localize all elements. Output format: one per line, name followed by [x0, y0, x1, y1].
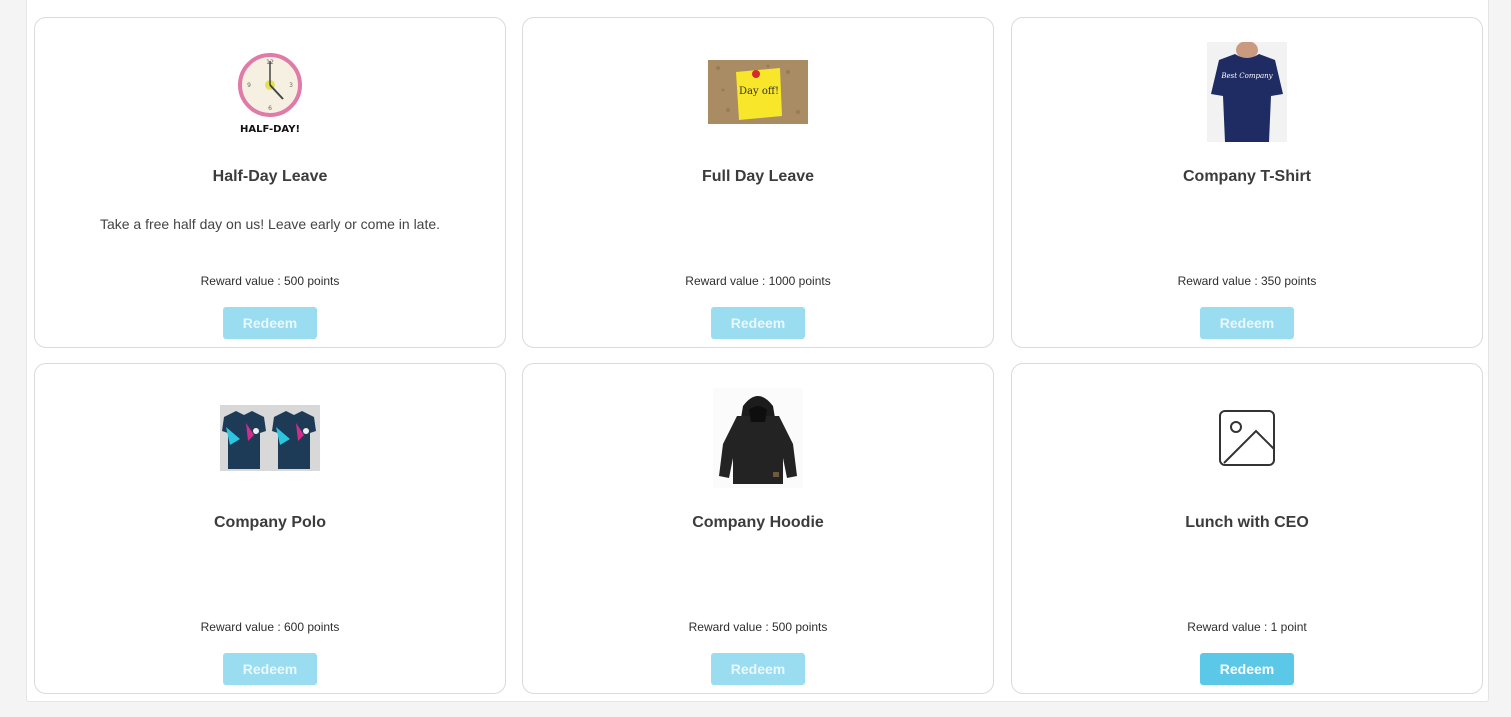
- tshirt-image: Best Company: [1197, 42, 1297, 142]
- reward-title: Lunch with CEO: [1185, 514, 1309, 531]
- reward-value: Reward value : 500 points: [688, 620, 828, 634]
- redeem-button[interactable]: Redeem: [711, 653, 805, 685]
- redeem-button[interactable]: Redeem: [223, 653, 317, 685]
- day-off-caption: Day off!: [739, 86, 779, 97]
- reward-title: Company T-Shirt: [1182, 168, 1311, 185]
- reward-card-company-polo: Company Polo Reward value : 600 points R…: [34, 363, 506, 694]
- half-day-clock-image: 123 69 HALF-DAY!: [220, 42, 320, 142]
- reward-card-full-day-leave: Day off! Full Day Leave Reward value : 1…: [522, 17, 994, 348]
- reward-card-lunch-with-ceo: Lunch with CEO Reward value : 1 point Re…: [1011, 363, 1483, 694]
- reward-value: Reward value : 500 points: [200, 274, 340, 288]
- rewards-panel: 123 69 HALF-DAY! Half-Day Leave Take a f…: [26, 0, 1489, 702]
- reward-title: Half-Day Leave: [212, 168, 328, 185]
- reward-card-company-tshirt: Best Company Company T-Shirt Reward valu…: [1011, 17, 1483, 348]
- reward-card-half-day-leave: 123 69 HALF-DAY! Half-Day Leave Take a f…: [34, 17, 506, 348]
- hoodie-image: [708, 388, 808, 488]
- reward-title: Company Polo: [213, 514, 326, 531]
- svg-text:9: 9: [247, 82, 251, 89]
- image-placeholder-icon: [1197, 388, 1297, 488]
- redeem-button[interactable]: Redeem: [1200, 307, 1294, 339]
- svg-text:3: 3: [289, 82, 293, 89]
- tshirt-caption: Best Company: [1220, 72, 1273, 80]
- reward-value: Reward value : 1000 points: [685, 274, 831, 288]
- reward-value: Reward value : 600 points: [200, 620, 340, 634]
- redeem-button[interactable]: Redeem: [1200, 653, 1294, 685]
- polo-image: [220, 388, 320, 488]
- redeem-button[interactable]: Redeem: [711, 307, 805, 339]
- reward-card-company-hoodie: Company Hoodie Reward value : 500 points…: [522, 363, 994, 694]
- svg-text:6: 6: [268, 105, 272, 112]
- reward-title: Company Hoodie: [692, 514, 824, 531]
- reward-value: Reward value : 1 point: [1187, 620, 1307, 634]
- reward-title: Full Day Leave: [701, 168, 815, 185]
- reward-description: Take a free half day on us! Leave early …: [99, 216, 441, 232]
- reward-value: Reward value : 350 points: [1177, 274, 1317, 288]
- redeem-button[interactable]: Redeem: [223, 307, 317, 339]
- half-day-caption: HALF-DAY!: [240, 124, 300, 135]
- day-off-note-image: Day off!: [708, 42, 808, 142]
